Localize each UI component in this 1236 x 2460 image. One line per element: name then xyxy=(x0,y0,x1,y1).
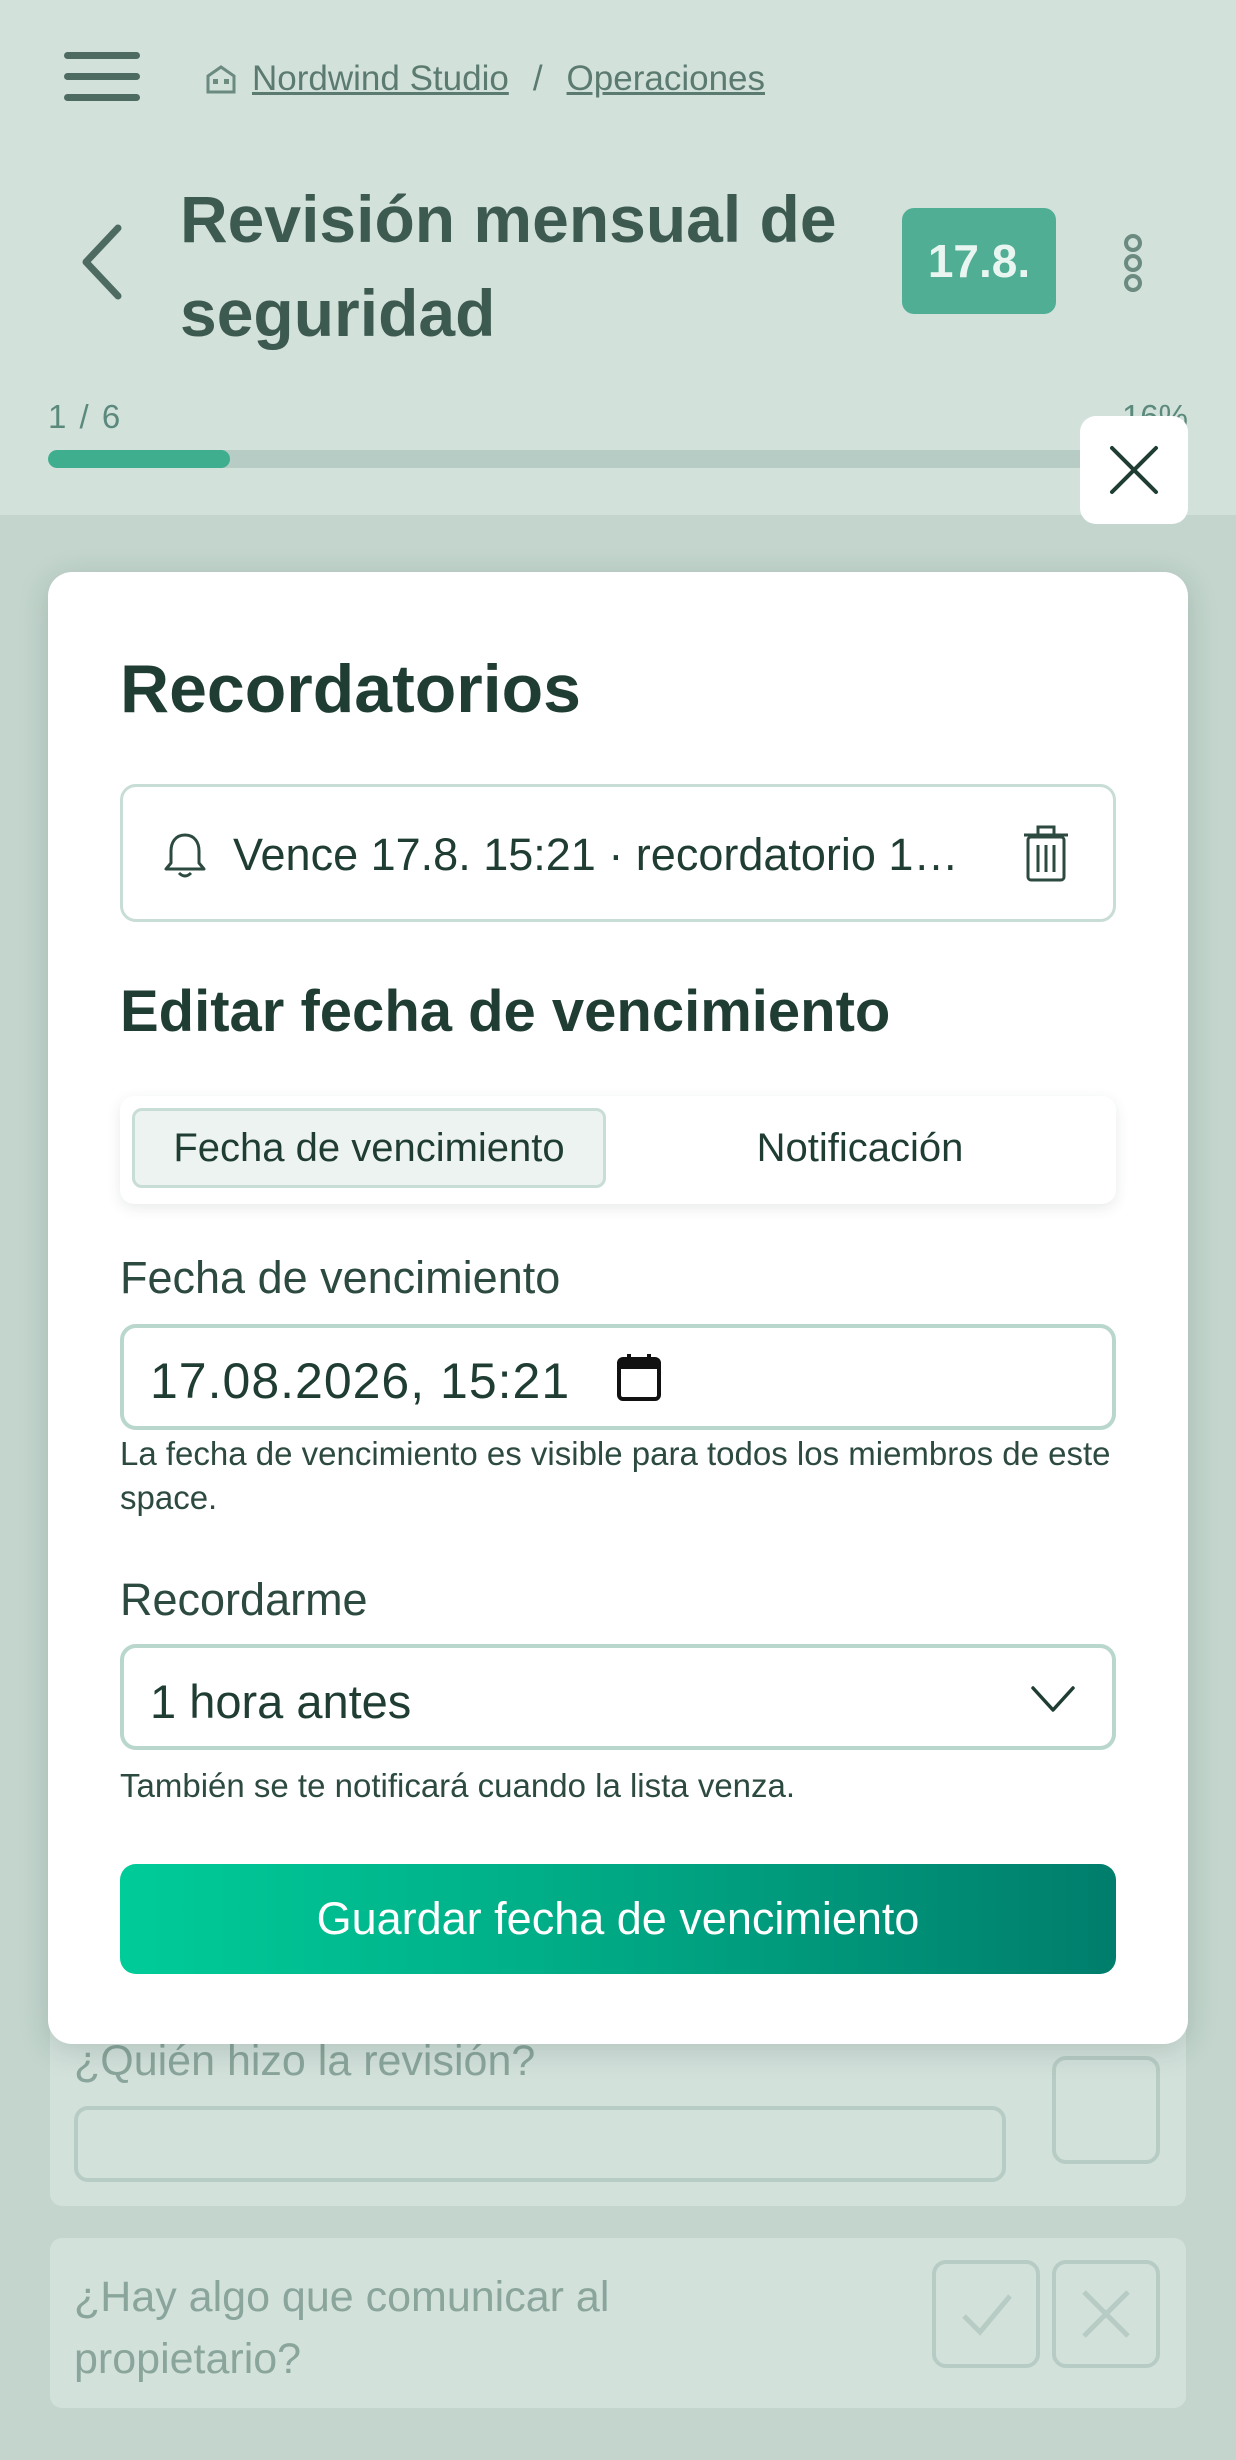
remind-select[interactable]: 1 hora antes xyxy=(120,1644,1116,1750)
remind-help: También se te notificará cuando la lista… xyxy=(120,1767,796,1804)
more-options-icon[interactable] xyxy=(1122,234,1144,292)
remind-select-value: 1 hora antes xyxy=(150,1675,412,1728)
progress-bar-fill xyxy=(48,450,231,468)
x-icon xyxy=(1082,2290,1130,2338)
close-icon xyxy=(1110,446,1158,494)
chevron-down-icon xyxy=(1031,1686,1075,1712)
trash-icon[interactable] xyxy=(1023,825,1069,883)
tab-bar: Fecha de vencimiento Notificación xyxy=(120,1096,1116,1204)
calendar-icon[interactable] xyxy=(616,1352,662,1402)
breadcrumb-link-studio[interactable]: Nordwind Studio xyxy=(252,59,509,99)
tab-due-date[interactable]: Fecha de vencimiento xyxy=(132,1108,606,1188)
check-icon xyxy=(962,2294,1012,2336)
answer-input[interactable] xyxy=(74,2106,1006,2182)
due-date-input[interactable]: 17.08.2026, 15:21 xyxy=(120,1324,1116,1430)
close-modal-button[interactable] xyxy=(1080,416,1188,524)
remind-label: Recordarme xyxy=(120,1574,368,1625)
answer-checkbox[interactable] xyxy=(1052,2056,1160,2164)
due-date-help: La fecha de vencimiento es visible para … xyxy=(120,1435,1111,1516)
page-header: Nordwind Studio / Operaciones Revisión m… xyxy=(0,0,1236,515)
due-date-badge[interactable]: 17.8. xyxy=(902,208,1056,314)
building-icon xyxy=(206,65,236,94)
question-card: ¿Hay algo que comunicar al propietario? xyxy=(50,2238,1186,2408)
reminder-item[interactable]: Vence 17.8. 15:21 · recordatorio 1 hora … xyxy=(120,784,1116,922)
breadcrumb: Nordwind Studio / Operaciones xyxy=(204,56,765,102)
section-title: Editar fecha de vencimiento xyxy=(120,979,891,1044)
hamburger-menu-icon[interactable] xyxy=(64,52,140,102)
save-due-date-button[interactable]: Guardar fecha de vencimiento xyxy=(120,1864,1116,1974)
reminder-text: Vence 17.8. 15:21 · recordatorio 1 hora … xyxy=(233,829,963,880)
tab-notification[interactable]: Notificación xyxy=(620,1108,1100,1188)
page-title: Revisión mensual de seguridad xyxy=(180,182,837,350)
progress-count: 1 / 6 xyxy=(48,398,123,435)
yes-button[interactable] xyxy=(932,2260,1040,2368)
progress-bar xyxy=(48,450,1188,468)
no-button[interactable] xyxy=(1052,2260,1160,2368)
back-arrow-icon[interactable] xyxy=(80,224,124,300)
breadcrumb-separator: / xyxy=(532,59,543,98)
question-text: ¿Hay algo que comunicar al propietario? xyxy=(74,2273,610,2383)
modal-title: Recordatorios xyxy=(120,651,581,727)
due-date-value: 17.08.2026, 15:21 xyxy=(150,1353,571,1409)
bell-icon xyxy=(164,833,206,878)
due-date-label: Fecha de vencimiento xyxy=(120,1252,561,1303)
breadcrumb-link-operaciones[interactable]: Operaciones xyxy=(567,59,765,99)
reminders-modal: Recordatorios Vence 17.8. 15:21 · record… xyxy=(48,572,1188,2044)
